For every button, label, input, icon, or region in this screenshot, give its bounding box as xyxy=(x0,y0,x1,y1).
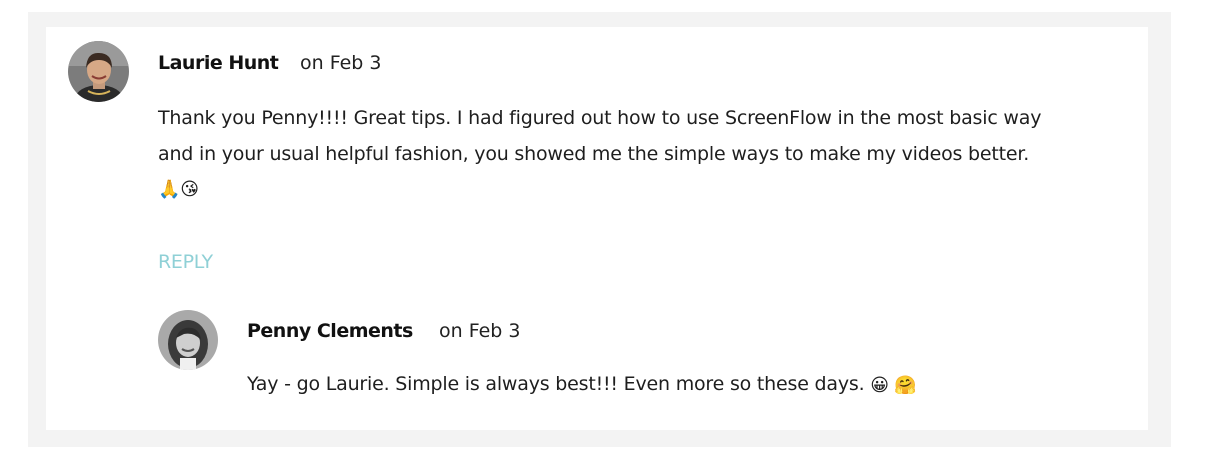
reply-date: on Feb 3 xyxy=(439,320,521,342)
comment-date: on Feb 3 xyxy=(300,52,382,74)
avatar-laurie-hunt[interactable] xyxy=(68,41,129,102)
reply-button[interactable]: REPLY xyxy=(158,251,213,273)
reply-text: Yay - go Laurie. Simple is always best!!… xyxy=(247,373,865,395)
reply-body: Yay - go Laurie. Simple is always best!!… xyxy=(247,366,1127,404)
comment-text-line-1: Thank you Penny!!!! Great tips. I had fi… xyxy=(158,107,1042,129)
reply-emojis: 😀 🤗 xyxy=(870,375,917,396)
comment-text-line-2: and in your usual helpful fashion, you s… xyxy=(158,143,1030,165)
comment-emojis: 🙏😘 xyxy=(158,179,199,200)
comment-card: Laurie Hunt on Feb 3 Thank you Penny!!!!… xyxy=(46,27,1148,430)
comment-body: Thank you Penny!!!! Great tips. I had fi… xyxy=(158,100,1148,208)
reply-author[interactable]: Penny Clements xyxy=(247,320,413,342)
avatar-penny-clements[interactable] xyxy=(158,310,218,370)
comment-author[interactable]: Laurie Hunt xyxy=(158,52,279,74)
comments-panel: Laurie Hunt on Feb 3 Thank you Penny!!!!… xyxy=(28,12,1171,447)
